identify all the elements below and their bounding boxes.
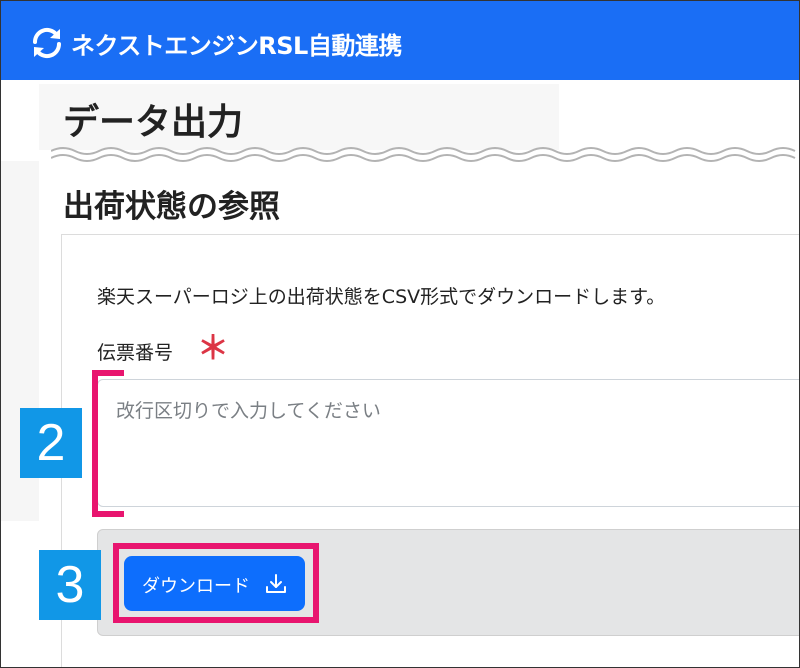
app-title: ネクストエンジンRSL自動連携 xyxy=(71,32,402,60)
screenshot-frame: ネクストエンジンRSL自動連携 データ出力 出荷状態の参照 楽天スーパーロジ上の… xyxy=(0,0,800,668)
page-title: データ出力 xyxy=(63,102,244,143)
section-title: 出荷状態の参照 xyxy=(63,189,280,225)
app-header: ネクストエンジンRSL自動連携 xyxy=(1,1,799,80)
highlight-bracket-textarea xyxy=(92,370,124,517)
slip-number-label: 伝票番号 xyxy=(97,342,174,364)
form-description: 楽天スーパーロジ上の出荷状態をCSV形式でダウンロードします。 xyxy=(97,286,666,308)
required-asterisk-icon: ＊ xyxy=(197,329,230,367)
wavy-divider xyxy=(51,147,796,162)
highlight-box-download xyxy=(113,543,319,623)
step-badge-3: 3 xyxy=(39,550,101,620)
step-badge-2: 2 xyxy=(20,408,82,478)
sync-icon xyxy=(32,27,62,59)
slip-number-textarea[interactable] xyxy=(97,379,799,507)
